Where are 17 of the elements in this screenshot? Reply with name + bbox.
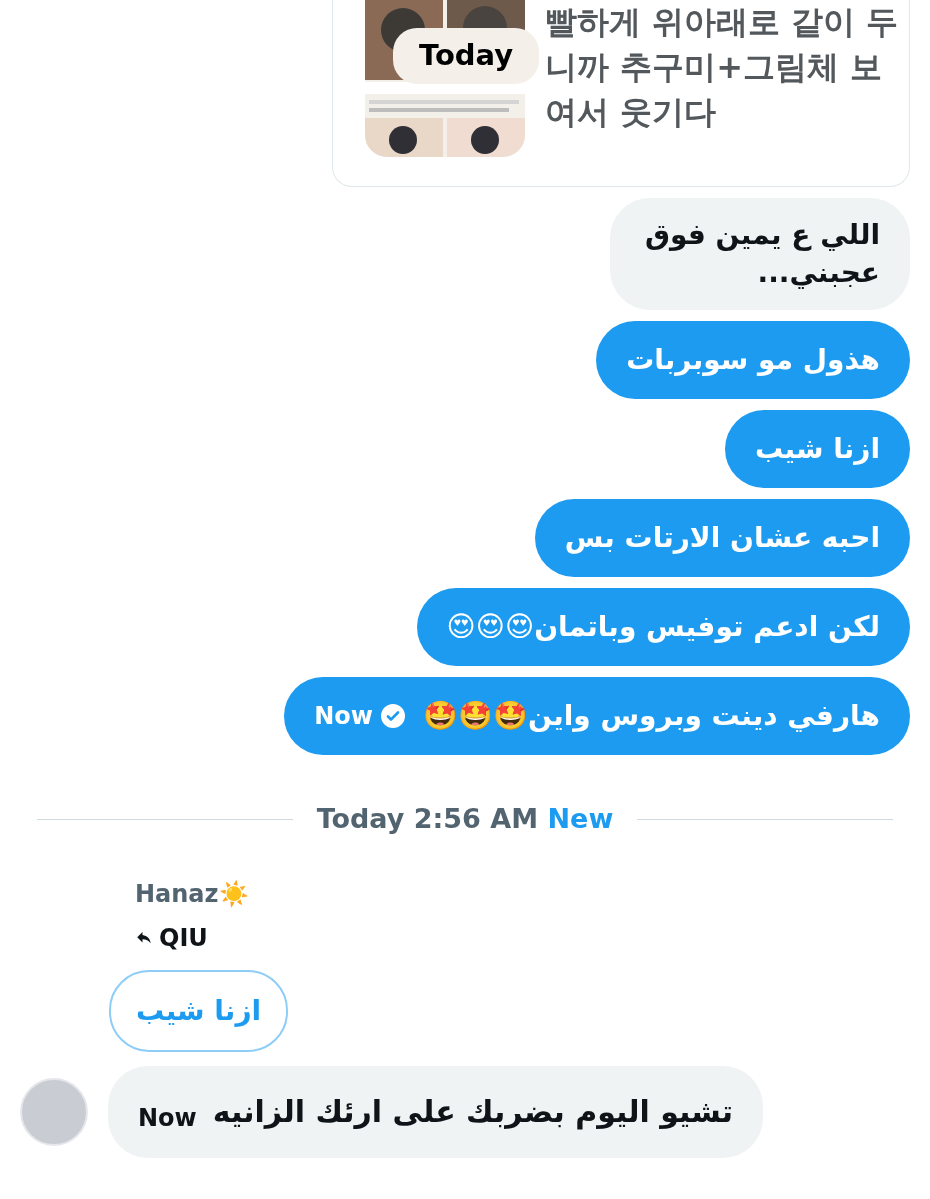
shared-post-card[interactable]: Today 빨하게 위아래로 같이 두 니까 추구미+그림체 보 여서 웃기다 xyxy=(332,0,910,187)
sender-name: Hanaz☀ xyxy=(135,878,250,910)
reply-target: QIU xyxy=(159,922,208,954)
date-badge: Today xyxy=(393,28,540,84)
message-time: Now xyxy=(314,701,373,732)
post-text: 빨하게 위아래로 같이 두 xyxy=(545,2,899,43)
message-text: تشيو اليوم بضربك على ارئك الزانيه xyxy=(212,1093,734,1132)
message-text: لكن ادعم توفيس وباتمان😍😍😍 xyxy=(446,609,880,645)
message-text: هذول مو سوبربات xyxy=(626,342,880,378)
date-divider-label: Today 2:56 AM New xyxy=(316,802,614,836)
post-text: 니까 추구미+그림체 보 xyxy=(545,47,884,88)
message-text: احبه عشان الارتات بس xyxy=(564,520,880,556)
message-time: Now xyxy=(138,1102,197,1134)
message-text: هارفي دينت وبروس واين🤩🤩🤩 xyxy=(423,698,880,734)
message-text: اللي ع يمين فوق عجبني... xyxy=(643,217,880,291)
post-text: 여서 웃기다 xyxy=(545,92,718,133)
message-text: ازنا شيب xyxy=(754,431,880,467)
